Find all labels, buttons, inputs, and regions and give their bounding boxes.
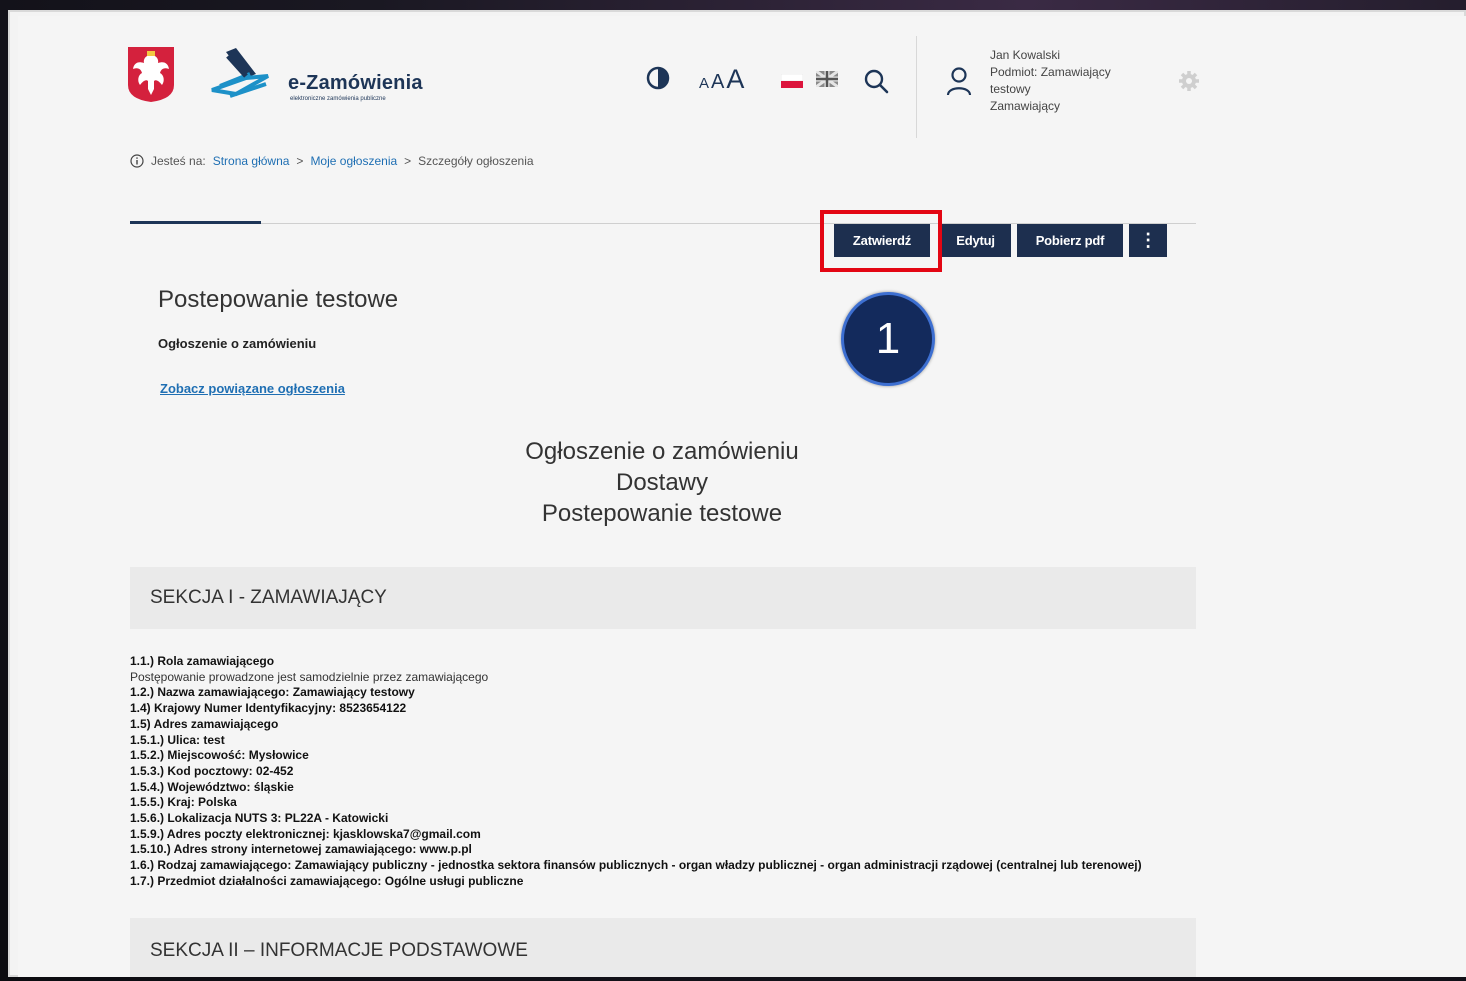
notice-heading-line3: Postepowanie testowe bbox=[541, 500, 783, 527]
detail-value: Polska bbox=[198, 795, 237, 810]
breadcrumb-prefix: Jesteś na: bbox=[151, 154, 206, 168]
detail-row: 1.5.1.) Ulica: test bbox=[130, 733, 1230, 749]
notice-heading-line2: Dostawy bbox=[615, 469, 709, 496]
detail-value: kjasklowska7@gmail.com bbox=[332, 826, 481, 841]
detail-value: śląskie bbox=[253, 779, 294, 794]
detail-row: 1.5.3.) Kod pocztowy: 02-452 bbox=[130, 764, 1230, 780]
detail-row: 1.5.2.) Miejscowość: Mysłowice bbox=[130, 748, 1230, 764]
detail-label: 1.5) Adres zamawiającego bbox=[130, 716, 279, 731]
step-marker: 1 bbox=[841, 292, 935, 386]
logo-subtitle: elektroniczne zamówienia publiczne bbox=[290, 96, 386, 102]
contrast-icon[interactable] bbox=[646, 66, 670, 90]
section-1-header: SEKCJA I - ZAMAWIAJĄCY bbox=[130, 567, 1196, 629]
breadcrumb-separator: > bbox=[296, 154, 304, 168]
detail-row: 1.5.6.) Lokalizacja NUTS 3: PL22A - Kato… bbox=[130, 811, 1230, 827]
detail-value: Postępowanie prowadzone jest samodzielni… bbox=[130, 669, 489, 684]
detail-value: Mysłowice bbox=[248, 748, 309, 763]
detail-row: 1.6.) Rodzaj zamawiającego: Zamawiający … bbox=[130, 858, 1230, 874]
user-icon[interactable] bbox=[945, 66, 973, 96]
section-1-details: 1.1.) Rola zamawiającego Postępowanie pro… bbox=[130, 654, 1230, 890]
detail-label: 1.5.4.) Województwo: bbox=[130, 779, 251, 794]
font-size-switcher[interactable]: A A A bbox=[699, 64, 744, 95]
detail-row: 1.1.) Rola zamawiającego bbox=[130, 654, 1230, 670]
highlight-box bbox=[820, 210, 942, 272]
detail-row: 1.5) Adres zamawiającego bbox=[130, 717, 1230, 733]
breadcrumb-current: Szczegóły ogłoszenia bbox=[418, 154, 534, 168]
edit-button[interactable]: Edytuj bbox=[940, 224, 1011, 257]
notice-heading-line1: Ogłoszenie o zamówieniu bbox=[525, 438, 799, 465]
detail-value: 02-452 bbox=[256, 763, 294, 778]
more-options-button[interactable]: ⋮ bbox=[1129, 224, 1167, 257]
header-divider bbox=[916, 36, 917, 138]
user-info[interactable]: Jan Kowalski Podmiot: Zamawiający testow… bbox=[990, 47, 1140, 115]
font-size-large[interactable]: A bbox=[726, 64, 744, 95]
polish-flag-icon[interactable] bbox=[781, 74, 803, 88]
detail-label: 1.5.3.) Kod pocztowy: bbox=[130, 763, 253, 778]
breadcrumb-separator: > bbox=[404, 154, 412, 168]
detail-row: 1.5.9.) Adres poczty elektronicznej: kja… bbox=[130, 827, 1230, 843]
notice-heading: Ogłoszenie o zamówieniu Dostawy Postepow… bbox=[362, 436, 962, 529]
detail-value: PL22A - Katowicki bbox=[284, 811, 389, 826]
user-role: Zamawiający bbox=[990, 99, 1061, 113]
tab-active-indicator[interactable] bbox=[130, 221, 261, 224]
info-icon bbox=[130, 154, 144, 168]
detail-label: 1.5.9.) Adres poczty elektronicznej: bbox=[130, 826, 330, 841]
detail-row: 1.4) Krajowy Numer Identyfikacyjny: 8523… bbox=[130, 701, 1230, 717]
detail-row: 1.7.) Przedmiot działalności zamawiające… bbox=[130, 874, 1230, 890]
user-entity: Podmiot: Zamawiający bbox=[990, 65, 1111, 79]
font-size-small[interactable]: A bbox=[699, 75, 709, 92]
logo-title: e-Zamówienia bbox=[288, 72, 423, 94]
uk-flag-icon[interactable] bbox=[816, 71, 838, 87]
detail-label: 1.5.2.) Miejscowość: bbox=[130, 748, 246, 763]
detail-label: 1.6.) Rodzaj zamawiającego: bbox=[130, 858, 292, 873]
section-2-header: SEKCJA II – INFORMACJE PODSTAWOWE bbox=[130, 918, 1196, 977]
detail-label: 1.4) Krajowy Numer Identyfikacyjny: bbox=[130, 701, 337, 716]
detail-value: 8523654122 bbox=[339, 701, 407, 716]
detail-label: 1.1.) Rola zamawiającego bbox=[130, 654, 275, 668]
breadcrumb-my-notices[interactable]: Moje ogłoszenia bbox=[310, 154, 397, 168]
browser-frame: e-Zamówienia elektroniczne zamówienia pu… bbox=[8, 10, 1466, 977]
detail-value: www.p.pl bbox=[419, 842, 472, 857]
search-icon[interactable] bbox=[863, 68, 889, 94]
user-entity-cont: testowy bbox=[990, 82, 1031, 96]
detail-label: 1.2.) Nazwa zamawiającego: bbox=[130, 685, 290, 700]
detail-value: Zamawiający testowy bbox=[292, 685, 415, 700]
detail-label: 1.5.10.) Adres strony internetowej zamaw… bbox=[130, 842, 417, 857]
e-zamowienia-logo-icon bbox=[211, 48, 269, 98]
font-size-medium[interactable]: A bbox=[711, 71, 724, 94]
notice-type: Ogłoszenie o zamówieniu bbox=[158, 336, 317, 351]
download-pdf-button[interactable]: Pobierz pdf bbox=[1017, 224, 1123, 257]
breadcrumb-home[interactable]: Strona główna bbox=[213, 154, 290, 168]
notice-title: Postepowanie testowe bbox=[158, 286, 399, 313]
detail-value: test bbox=[203, 732, 225, 747]
related-notices-link[interactable]: Zobacz powiązane ogłoszenia bbox=[160, 381, 345, 396]
detail-row: 1.5.5.) Kraj: Polska bbox=[130, 795, 1230, 811]
detail-row: Postępowanie prowadzone jest samodzielni… bbox=[130, 670, 1230, 686]
detail-label: 1.5.6.) Lokalizacja NUTS 3: bbox=[130, 811, 282, 826]
section-2-title: SEKCJA II – INFORMACJE PODSTAWOWE bbox=[150, 940, 528, 961]
detail-value: Ogólne usługi publiczne bbox=[384, 873, 524, 888]
detail-label: 1.5.5.) Kraj: bbox=[130, 795, 195, 810]
user-name: Jan Kowalski bbox=[990, 48, 1061, 62]
detail-value: Zamawiający publiczny - jednostka sektor… bbox=[294, 858, 1142, 873]
detail-label: 1.5.1.) Ulica: bbox=[130, 732, 201, 747]
section-1-title: SEKCJA I - ZAMAWIAJĄCY bbox=[150, 587, 387, 608]
detail-row: 1.2.) Nazwa zamawiającego: Zamawiający t… bbox=[130, 685, 1230, 701]
detail-row: 1.5.10.) Adres strony internetowej zamaw… bbox=[130, 842, 1230, 858]
poland-emblem-icon bbox=[128, 47, 174, 102]
page: e-Zamówienia elektroniczne zamówienia pu… bbox=[18, 16, 1466, 977]
gear-icon[interactable] bbox=[1178, 70, 1200, 92]
detail-label: 1.7.) Przedmiot działalności zamawiające… bbox=[130, 873, 382, 888]
breadcrumb: Jesteś na: Strona główna > Moje ogłoszen… bbox=[130, 154, 534, 168]
detail-row: 1.5.4.) Województwo: śląskie bbox=[130, 780, 1230, 796]
